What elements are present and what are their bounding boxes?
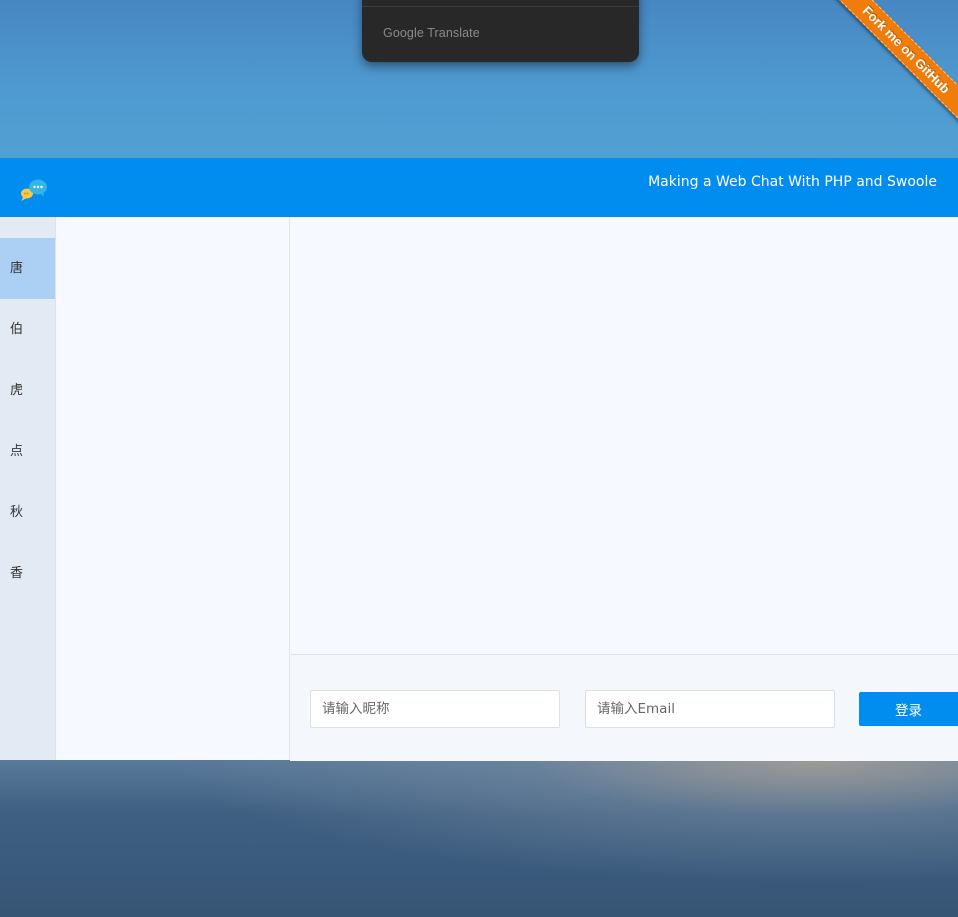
user-list-panel — [56, 217, 290, 760]
email-input[interactable] — [585, 690, 835, 728]
letter-item-active[interactable]: 唐 — [0, 238, 55, 299]
letter-item[interactable]: 香 — [0, 543, 55, 604]
letter-item[interactable]: 点 — [0, 421, 55, 482]
app-title: Making a Web Chat With PHP and Swoole — [648, 174, 937, 190]
chat-message-area[interactable] — [290, 217, 958, 654]
google-translate-label: Google Translate — [383, 26, 480, 40]
letter-rail: 唐 伯 虎 点 秋 香 — [0, 217, 56, 760]
fork-on-github-ribbon[interactable]: Fork me on GitHub — [826, 0, 958, 130]
nickname-input[interactable] — [310, 690, 560, 728]
login-bar: 登录 — [290, 654, 958, 761]
letter-item[interactable]: 伯 — [0, 299, 55, 360]
popup-divider — [362, 6, 639, 7]
github-ribbon-wrapper: Fork me on GitHub — [818, 0, 958, 140]
background-bottom — [0, 760, 958, 917]
login-button[interactable]: 登录 — [859, 692, 958, 726]
chat-app: Making a Web Chat With PHP and Swoole 唐 … — [0, 158, 958, 761]
letter-item[interactable]: 虎 — [0, 360, 55, 421]
letter-item[interactable]: 秋 — [0, 482, 55, 543]
google-translate-popup: Google Translate — [362, 0, 639, 62]
chat-bubbles-icon — [21, 179, 47, 201]
app-header: Making a Web Chat With PHP and Swoole — [0, 158, 958, 217]
